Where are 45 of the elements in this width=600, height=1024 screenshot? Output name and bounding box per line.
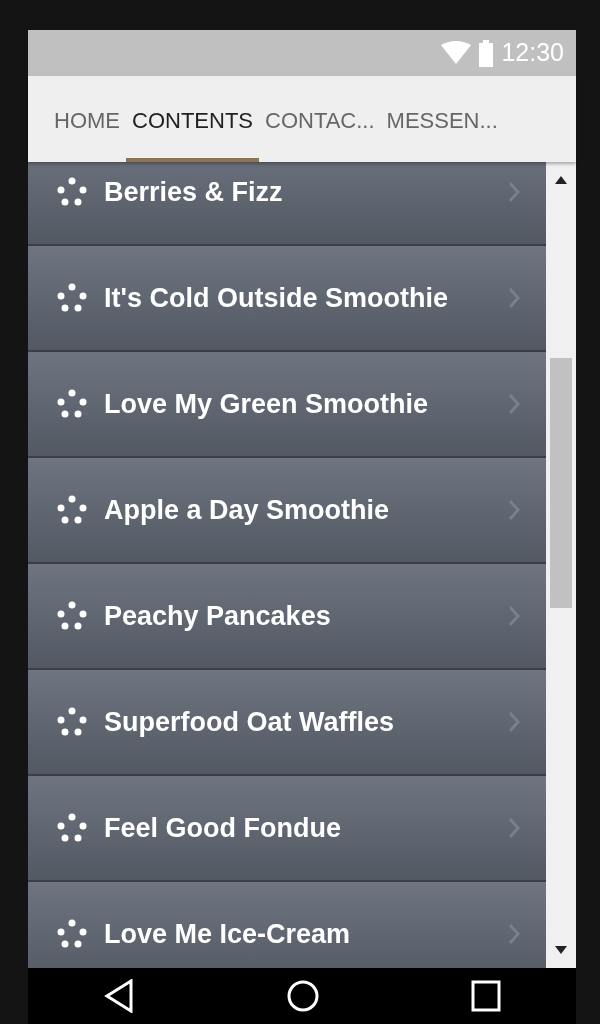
dots-icon: [56, 706, 88, 738]
scroll-up-icon[interactable]: [555, 176, 567, 184]
list-item[interactable]: Love Me Ice-Cream: [28, 882, 546, 968]
tab[interactable]: CONTAC...: [259, 76, 381, 162]
chevron-icon: [508, 393, 520, 415]
item-title: It's Cold Outside Smoothie: [104, 281, 449, 315]
tab[interactable]: HOME: [48, 76, 126, 162]
chevron-icon: [508, 711, 520, 733]
item-title: Apple a Day Smoothie: [104, 493, 391, 527]
chevron-icon: [508, 287, 520, 309]
recents-icon[interactable]: [470, 980, 501, 1012]
battery-icon: [479, 39, 494, 67]
chevron-icon: [508, 605, 520, 627]
back-icon[interactable]: [103, 979, 136, 1013]
dots-icon: [56, 600, 88, 632]
dots-icon: [56, 388, 88, 420]
dots-icon: [56, 176, 88, 208]
item-title: Love Me Ice-Cream: [104, 917, 352, 951]
item-title: Love My Green Smoothie: [104, 387, 430, 421]
item-title: Feel Good Fondue: [104, 811, 342, 845]
dots-icon: [56, 812, 88, 844]
scroll-down-icon[interactable]: [555, 946, 567, 954]
dots-icon: [56, 918, 88, 950]
list-item[interactable]: Berries & Fizz: [28, 162, 546, 246]
wifi-icon: [441, 41, 472, 65]
dots-icon: [56, 282, 88, 314]
dots-icon: [56, 494, 88, 526]
chevron-icon: [508, 499, 520, 521]
item-title: Berries & Fizz: [104, 175, 284, 209]
list-item[interactable]: Love My Green Smoothie: [28, 352, 546, 458]
list-item[interactable]: Apple a Day Smoothie: [28, 458, 546, 564]
item-title: Peachy Pancakes: [104, 599, 332, 633]
status-time: 12:30: [501, 37, 564, 69]
scrollbar[interactable]: [546, 162, 576, 968]
list-item[interactable]: Superfood Oat Waffles: [28, 670, 546, 776]
list-item[interactable]: It's Cold Outside Smoothie: [28, 246, 546, 352]
item-title: Superfood Oat Waffles: [104, 705, 395, 739]
list-item[interactable]: Peachy Pancakes: [28, 564, 546, 670]
chevron-icon: [508, 817, 520, 839]
chevron-icon: [508, 923, 520, 945]
home-icon[interactable]: [286, 979, 320, 1013]
tab[interactable]: MESSEN...: [380, 76, 504, 162]
scrollbar-thumb[interactable]: [550, 358, 572, 608]
list-item[interactable]: Feel Good Fondue: [28, 776, 546, 882]
chevron-icon: [508, 181, 520, 203]
